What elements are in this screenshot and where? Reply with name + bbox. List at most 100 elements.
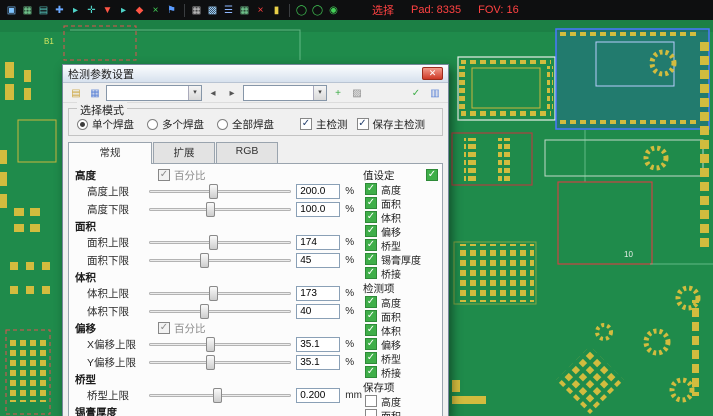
pin-icon[interactable]: ▼ xyxy=(100,3,115,18)
slider-thumb[interactable] xyxy=(209,286,218,301)
slider-thumb[interactable] xyxy=(209,235,218,250)
item-checkbox[interactable]: ✓ xyxy=(365,366,377,378)
dialog-titlebar[interactable]: 检测参数设置 ✕ xyxy=(63,65,448,83)
marker-icon[interactable]: ◆ xyxy=(132,3,147,18)
checkbox-item[interactable]: ✓ 偏移 xyxy=(363,224,439,238)
save-icon[interactable]: ▦ xyxy=(87,85,103,100)
y-offset-input[interactable] xyxy=(296,355,340,370)
stop-icon[interactable]: ◉ xyxy=(326,3,341,18)
radio-icon[interactable] xyxy=(147,119,158,130)
checkbox-item[interactable]: ✓ 高度 xyxy=(363,182,439,196)
apply-icon[interactable]: ✓ xyxy=(408,85,424,100)
checkbox-item[interactable]: ✓ 面积 xyxy=(363,196,439,210)
slider-thumb[interactable] xyxy=(206,202,215,217)
area-upper-input[interactable] xyxy=(296,235,340,250)
main-detect-option[interactable]: ✓ 主检测 xyxy=(300,117,348,132)
slider-thumb[interactable] xyxy=(213,388,222,403)
grid-icon[interactable]: ▦ xyxy=(189,3,204,18)
run-all-icon[interactable]: ◯ xyxy=(294,3,309,18)
percent-option[interactable]: ✓ 百分比 xyxy=(158,168,206,183)
area-lower-input[interactable] xyxy=(296,253,340,268)
slider-thumb[interactable] xyxy=(206,337,215,352)
item-checkbox[interactable]: ✓ xyxy=(365,197,377,209)
radio-icon[interactable] xyxy=(77,119,88,130)
checkbox-item[interactable]: 面积 xyxy=(363,408,439,416)
camera-icon[interactable]: ▣ xyxy=(4,3,19,18)
group-select[interactable]: ▾ xyxy=(243,85,327,101)
slider-thumb[interactable] xyxy=(209,184,218,199)
chevron-down-icon[interactable]: ▾ xyxy=(188,86,201,100)
slider-thumb[interactable] xyxy=(200,253,209,268)
y-offset-slider[interactable] xyxy=(149,355,291,370)
stats-icon[interactable]: ▮ xyxy=(269,3,284,18)
radio-all-pads[interactable]: 全部焊盘 xyxy=(217,117,274,132)
checkbox-item[interactable]: ✓ 锡膏厚度 xyxy=(363,252,439,266)
item-checkbox[interactable]: ✓ xyxy=(365,267,377,279)
height-upper-input[interactable] xyxy=(296,184,340,199)
tools-icon[interactable]: ✚ xyxy=(52,3,67,18)
item-checkbox[interactable]: ✓ xyxy=(365,296,377,308)
save-main-detect-checkbox[interactable]: ✓ xyxy=(357,118,369,130)
item-checkbox[interactable] xyxy=(365,395,377,407)
checkbox-item[interactable]: ✓ 偏移 xyxy=(363,337,439,351)
slider-thumb[interactable] xyxy=(200,304,209,319)
item-checkbox[interactable] xyxy=(365,409,377,416)
layers-icon[interactable]: ▤ xyxy=(36,3,51,18)
item-checkbox[interactable]: ✓ xyxy=(365,324,377,336)
run-icon[interactable]: ◯ xyxy=(310,3,325,18)
checkbox-item[interactable]: ✓ 桥型 xyxy=(363,351,439,365)
main-detect-checkbox[interactable]: ✓ xyxy=(300,118,312,130)
item-checkbox[interactable]: ✓ xyxy=(365,225,377,237)
bridge-upper-slider[interactable] xyxy=(149,388,291,403)
prev-icon[interactable]: ◂ xyxy=(205,85,221,100)
save-main-detect-option[interactable]: ✓ 保存主检测 xyxy=(357,117,426,132)
radio-icon[interactable] xyxy=(217,119,228,130)
item-checkbox[interactable]: ✓ xyxy=(365,352,377,364)
bridge-upper-input[interactable] xyxy=(296,388,340,403)
checkbox-item[interactable]: 高度 xyxy=(363,394,439,408)
template-select[interactable]: ▾ xyxy=(106,85,202,101)
table-icon[interactable]: ▦ xyxy=(237,3,252,18)
tab-extended[interactable]: 扩展 xyxy=(153,142,215,163)
area-lower-slider[interactable] xyxy=(149,253,291,268)
matrix-icon[interactable]: ▩ xyxy=(205,3,220,18)
open-icon[interactable]: ▤ xyxy=(68,85,84,100)
select-mode-label[interactable]: 选择 xyxy=(372,2,394,18)
x-offset-slider[interactable] xyxy=(149,337,291,352)
percent-checkbox[interactable]: ✓ xyxy=(158,322,170,334)
volume-upper-input[interactable] xyxy=(296,286,340,301)
percent-checkbox[interactable]: ✓ xyxy=(158,169,170,181)
close-icon[interactable]: ✕ xyxy=(422,67,443,80)
value-master-checkbox[interactable]: ✓ xyxy=(426,169,438,181)
arrow-ne-icon[interactable]: ▸ xyxy=(68,3,83,18)
radio-single-pad[interactable]: 单个焊盘 xyxy=(77,117,134,132)
checkbox-item[interactable]: ✓ 面积 xyxy=(363,309,439,323)
item-checkbox[interactable]: ✓ xyxy=(365,239,377,251)
export-icon[interactable]: ▥ xyxy=(427,85,443,100)
height-lower-input[interactable] xyxy=(296,202,340,217)
deselect-icon[interactable]: × xyxy=(148,3,163,18)
arrow-se-icon[interactable]: ▸ xyxy=(116,3,131,18)
tab-general[interactable]: 常规 xyxy=(68,142,152,164)
flag-icon[interactable]: ⚑ xyxy=(164,3,179,18)
volume-upper-slider[interactable] xyxy=(149,286,291,301)
item-checkbox[interactable]: ✓ xyxy=(365,211,377,223)
add-icon[interactable]: + xyxy=(330,85,346,100)
volume-lower-input[interactable] xyxy=(296,304,340,319)
checkbox-item[interactable]: ✓ 桥型 xyxy=(363,238,439,252)
next-icon[interactable]: ▸ xyxy=(224,85,240,100)
checkbox-item[interactable]: ✓ 桥接 xyxy=(363,266,439,280)
item-checkbox[interactable]: ✓ xyxy=(365,183,377,195)
slider-thumb[interactable] xyxy=(206,355,215,370)
checkbox-item[interactable]: ✓ 体积 xyxy=(363,323,439,337)
item-checkbox[interactable]: ✓ xyxy=(365,253,377,265)
area-upper-slider[interactable] xyxy=(149,235,291,250)
height-upper-slider[interactable] xyxy=(149,184,291,199)
item-checkbox[interactable]: ✓ xyxy=(365,310,377,322)
tab-rgb[interactable]: RGB xyxy=(216,142,278,163)
list-icon[interactable]: ☰ xyxy=(221,3,236,18)
checkbox-item[interactable]: ✓ 高度 xyxy=(363,295,439,309)
height-lower-slider[interactable] xyxy=(149,202,291,217)
delete-icon[interactable]: × xyxy=(253,3,268,18)
volume-lower-slider[interactable] xyxy=(149,304,291,319)
